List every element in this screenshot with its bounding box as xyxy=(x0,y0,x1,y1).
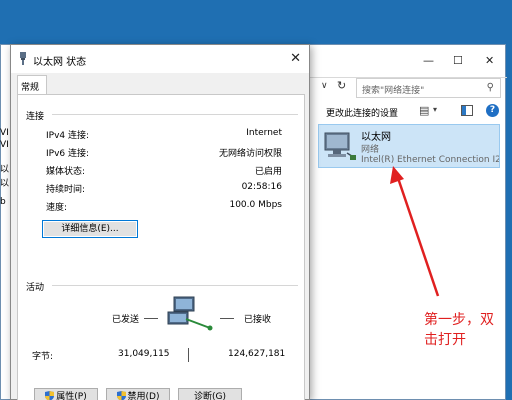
maximize-icon[interactable]: ☐ xyxy=(453,55,463,67)
toolbar: 更改此连接的设置 ▤ ▾ ? xyxy=(301,101,507,123)
divider xyxy=(52,114,298,115)
ethernet-status-dialog: 以太网 状态 ✕ 常规 连接 IPv4 连接: Internet IPv6 连接… xyxy=(10,44,310,400)
bytes-sent-value: 31,049,115 xyxy=(118,349,170,359)
details-button[interactable]: 详细信息(E)... xyxy=(42,220,138,238)
list-item-fragment: VI xyxy=(0,128,9,138)
ipv4-value: Internet xyxy=(246,128,282,138)
list-item-fragment: b xyxy=(0,197,6,207)
search-input[interactable]: 搜索"网络连接" ⚲ xyxy=(356,78,501,98)
speed-label: 速度: xyxy=(46,203,68,213)
connection-group-label: 连接 xyxy=(26,112,45,122)
adapter-name: 以太网 xyxy=(361,132,391,143)
search-placeholder: 搜索"网络连接" xyxy=(362,86,425,96)
dialog-title: 以太网 状态 xyxy=(33,57,87,68)
help-icon[interactable]: ? xyxy=(486,104,499,117)
sent-dash xyxy=(144,318,158,319)
bytes-received-value: 124,627,181 xyxy=(228,349,286,359)
chevron-down-icon[interactable]: ∨ xyxy=(321,81,328,91)
media-state-label: 媒体状态: xyxy=(46,167,86,177)
properties-button[interactable]: 属性(P) xyxy=(34,388,98,400)
list-item-fragment: 以 xyxy=(0,165,10,175)
dialog-titlebar: 以太网 状态 ✕ xyxy=(11,45,309,73)
ethernet-adapter-item[interactable]: 以太网 网络 Intel(R) Ethernet Connection I2..… xyxy=(318,124,500,168)
ipv6-label: IPv6 连接: xyxy=(46,149,90,159)
list-item-fragment: VI xyxy=(0,140,9,150)
refresh-icon[interactable]: ↻ xyxy=(337,79,346,92)
duration-value: 02:58:16 xyxy=(241,182,282,192)
disable-label: 禁用(D) xyxy=(127,392,160,400)
adapter-device: Intel(R) Ethernet Connection I2... xyxy=(361,155,499,165)
bytes-label: 字节: xyxy=(32,352,54,362)
duration-label: 持续时间: xyxy=(46,185,86,195)
close-window-icon[interactable]: ✕ xyxy=(485,55,494,67)
list-item-fragment: 以 xyxy=(0,179,10,189)
minimize-icon[interactable]: — xyxy=(423,55,434,67)
speed-value: 100.0 Mbps xyxy=(229,200,282,210)
network-adapter-icon xyxy=(324,132,356,160)
close-icon[interactable]: ✕ xyxy=(290,51,301,66)
adapter-network: 网络 xyxy=(361,145,380,155)
ethernet-icon xyxy=(20,52,26,65)
general-panel: 连接 IPv4 连接: Internet IPv6 连接: 无网络访问权限 媒体… xyxy=(17,94,305,400)
tab-general[interactable]: 常规 xyxy=(17,75,47,95)
ipv4-label: IPv4 连接: xyxy=(46,131,90,141)
ipv6-value: 无网络访问权限 xyxy=(218,149,282,159)
shield-icon xyxy=(116,391,126,400)
shield-icon xyxy=(45,391,55,400)
sent-label: 已发送 xyxy=(112,315,140,325)
annotation-text: 第一步，双击打开 xyxy=(424,312,494,348)
network-activity-icon xyxy=(167,296,213,331)
bytes-separator xyxy=(188,348,189,362)
preview-pane-icon[interactable] xyxy=(461,105,473,116)
disable-button[interactable]: 禁用(D) xyxy=(106,388,170,400)
received-dash xyxy=(220,318,234,319)
activity-group-label: 活动 xyxy=(26,283,45,293)
search-icon[interactable]: ⚲ xyxy=(487,82,494,93)
media-state-value: 已启用 xyxy=(254,167,282,177)
change-connection-settings-button[interactable]: 更改此连接的设置 xyxy=(326,106,398,119)
received-label: 已接收 xyxy=(244,315,272,325)
diagnose-button[interactable]: 诊断(G) xyxy=(178,388,242,400)
properties-label: 属性(P) xyxy=(56,392,87,400)
divider xyxy=(52,285,298,286)
view-options-icon[interactable]: ▤ xyxy=(419,104,429,117)
view-dropdown-icon[interactable]: ▾ xyxy=(433,105,437,114)
